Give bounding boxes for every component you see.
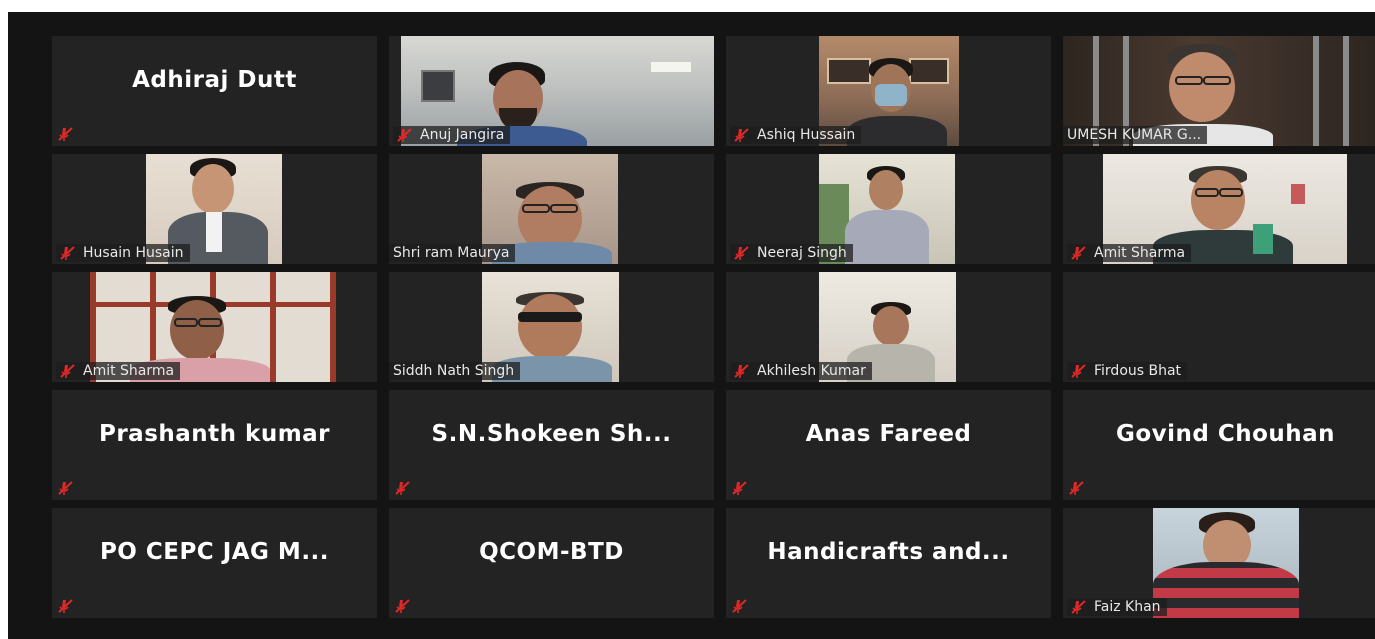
participant-tile[interactable]: Faiz Khan xyxy=(1063,508,1375,618)
window-in-background xyxy=(421,70,455,102)
participant-label: Shri ram Maurya xyxy=(389,244,516,262)
participant-label: Ashiq Hussain xyxy=(730,126,862,144)
participant-name: Anuj Jangira xyxy=(420,127,505,143)
participant-name: Ashiq Hussain xyxy=(757,127,856,143)
microphone-muted-icon xyxy=(396,127,414,143)
participant-name: Adhiraj Dutt xyxy=(132,67,297,93)
participant-label: Anuj Jangira xyxy=(393,126,511,144)
participant-name: Firdous Bhat xyxy=(1094,363,1182,379)
microphone-muted-icon xyxy=(57,480,75,496)
participant-tile[interactable]: PO CEPC JAG M... xyxy=(52,508,377,618)
participant-gallery: Adhiraj Dutt Anuj Jangira Ashiq Hussain … xyxy=(52,36,1375,618)
participant-tile[interactable]: QCOM-BTD xyxy=(389,508,714,618)
wall-frame xyxy=(909,58,949,84)
participant-tile[interactable]: Neeraj Singh xyxy=(726,154,1051,264)
participant-label: Neeraj Singh xyxy=(730,244,853,262)
microphone-muted-icon xyxy=(733,245,751,261)
participant-label: Husain Husain xyxy=(56,244,190,262)
participant-tile[interactable]: Shri ram Maurya xyxy=(389,154,714,264)
participant-tile[interactable]: Prashanth kumar xyxy=(52,390,377,500)
participant-name: Anas Fareed xyxy=(805,421,972,447)
participant-name: Amit Sharma xyxy=(1094,245,1186,261)
participant-label: UMESH KUMAR G... xyxy=(1063,126,1208,144)
participant-video xyxy=(1153,508,1299,618)
participant-tile[interactable]: UMESH KUMAR G... xyxy=(1063,36,1375,146)
participant-name: S.N.Shokeen Sh... xyxy=(431,421,672,447)
participant-tile[interactable]: Amit Sharma xyxy=(52,272,377,382)
participant-name: QCOM-BTD xyxy=(479,539,624,565)
microphone-muted-icon xyxy=(1070,599,1088,615)
participant-name: Shri ram Maurya xyxy=(393,245,510,261)
microphone-muted-icon xyxy=(59,363,77,379)
microphone-muted-icon xyxy=(57,598,75,614)
participant-tile[interactable]: Firdous Bhat xyxy=(1063,272,1375,382)
ceiling-light xyxy=(651,62,691,72)
participant-tile[interactable]: Adhiraj Dutt xyxy=(52,36,377,146)
microphone-muted-icon xyxy=(394,480,412,496)
participant-name: PO CEPC JAG M... xyxy=(99,539,330,565)
participant-label: Amit Sharma xyxy=(1067,244,1192,262)
wall-frame xyxy=(827,58,871,84)
microphone-muted-icon xyxy=(1070,245,1088,261)
microphone-muted-icon xyxy=(731,480,749,496)
microphone-muted-icon xyxy=(733,363,751,379)
participant-name: Amit Sharma xyxy=(83,363,175,379)
microphone-muted-icon xyxy=(731,598,749,614)
participant-name: Prashanth kumar xyxy=(98,421,331,447)
participant-tile[interactable]: Siddh Nath Singh xyxy=(389,272,714,382)
participant-tile[interactable]: Anuj Jangira xyxy=(389,36,714,146)
participant-name: Akhilesh Kumar xyxy=(757,363,866,379)
microphone-muted-icon xyxy=(59,245,77,261)
participant-name: UMESH KUMAR G... xyxy=(1067,127,1202,143)
video-meeting-window: Adhiraj Dutt Anuj Jangira Ashiq Hussain … xyxy=(8,12,1375,639)
microphone-muted-icon xyxy=(57,126,75,142)
microphone-muted-icon xyxy=(733,127,751,143)
participant-name: Siddh Nath Singh xyxy=(393,363,515,379)
participant-tile[interactable]: Husain Husain xyxy=(52,154,377,264)
participant-tile[interactable]: Anas Fareed xyxy=(726,390,1051,500)
participant-label: Firdous Bhat xyxy=(1067,362,1188,380)
participant-label: Siddh Nath Singh xyxy=(389,362,521,380)
participant-name: Govind Chouhan xyxy=(1115,421,1336,447)
participant-label: Faiz Khan xyxy=(1067,598,1167,616)
participant-tile[interactable]: Govind Chouhan xyxy=(1063,390,1375,500)
participant-tile[interactable]: S.N.Shokeen Sh... xyxy=(389,390,714,500)
participant-label: Akhilesh Kumar xyxy=(730,362,872,380)
participant-tile[interactable]: Amit Sharma xyxy=(1063,154,1375,264)
participant-name: Husain Husain xyxy=(83,245,184,261)
participant-name: Handicrafts and... xyxy=(767,539,1010,565)
participant-name: Faiz Khan xyxy=(1094,599,1161,615)
participant-tile[interactable]: Handicrafts and... xyxy=(726,508,1051,618)
microphone-muted-icon xyxy=(1070,363,1088,379)
participant-name: Neeraj Singh xyxy=(757,245,847,261)
microphone-muted-icon xyxy=(394,598,412,614)
participant-tile[interactable]: Akhilesh Kumar xyxy=(726,272,1051,382)
participant-tile[interactable]: Ashiq Hussain xyxy=(726,36,1051,146)
microphone-muted-icon xyxy=(1068,480,1086,496)
participant-label: Amit Sharma xyxy=(56,362,181,380)
